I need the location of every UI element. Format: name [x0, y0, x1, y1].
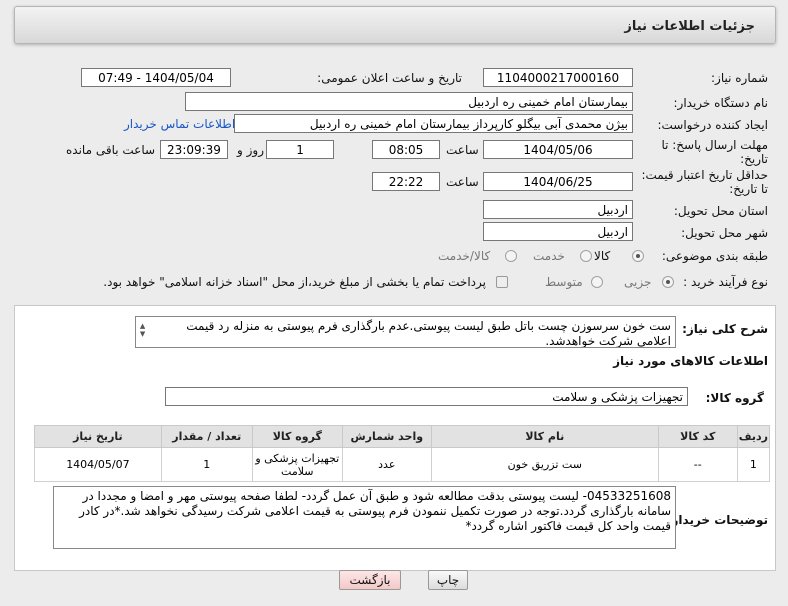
- category-radio-service[interactable]: [580, 250, 592, 262]
- buyer-org-label: نام دستگاه خریدار:: [673, 96, 769, 110]
- print-button[interactable]: چاپ: [428, 570, 468, 590]
- goods-table: ردیف کد کالا نام کالا واحد شمارش گروه کا…: [34, 425, 771, 482]
- goods-section-title: اطلاعات کالاهای مورد نیاز: [613, 354, 768, 368]
- category-option-goods-service: کالا/خدمت: [438, 249, 491, 263]
- reply-time-field: 08:05: [372, 140, 440, 159]
- buyer-notes-text: 04533251608- لیست پیوستی بدقت مطالعه شود…: [79, 489, 671, 533]
- days-remaining-field: 1: [266, 140, 334, 159]
- category-option-service: خدمت: [533, 249, 565, 263]
- category-option-goods: کالا: [594, 249, 611, 263]
- need-number-label: شماره نیاز:: [711, 71, 768, 85]
- requester-field: بیژن محمدی آبی بیگلو کارپرداز بیمارستان …: [234, 114, 633, 133]
- price-date-field: 1404/06/25: [483, 172, 633, 191]
- buyer-notes-textarea[interactable]: 04533251608- لیست پیوستی بدقت مطالعه شود…: [53, 486, 676, 549]
- buyer-org-field: بیمارستان امام خمینی ره اردبیل: [185, 92, 633, 111]
- back-button[interactable]: بازگشت: [339, 570, 401, 590]
- col-row: ردیف: [736, 425, 771, 448]
- cell-name: ست تزریق خون: [430, 447, 659, 482]
- remaining-time-field: 23:09:39: [160, 140, 228, 159]
- treasury-payment-checkbox[interactable]: [496, 276, 508, 288]
- category-radio-goods[interactable]: [632, 250, 644, 262]
- buyer-notes-label: توضیحات خریدار:: [666, 513, 768, 527]
- price-deadline-label-2: تا تاریخ:: [729, 182, 768, 196]
- description-textarea[interactable]: ست خون سرسوزن چست باتل طبق لیست پیوستی.ع…: [135, 316, 676, 348]
- reply-time-label: ساعت: [446, 143, 479, 157]
- col-name: نام کالا: [430, 425, 659, 448]
- process-label: نوع فرآیند خرید :: [683, 275, 768, 289]
- price-time-label: ساعت: [446, 175, 479, 189]
- process-option-minor: جزیی: [624, 275, 652, 289]
- reply-deadline-label-2: تاریخ:: [740, 152, 768, 166]
- cell-unit: عدد: [341, 447, 432, 482]
- remaining-time-label: ساعت باقی مانده: [66, 143, 156, 157]
- province-label: استان محل تحویل:: [673, 204, 768, 218]
- goods-table-header: ردیف کد کالا نام کالا واحد شمارش گروه کا…: [34, 425, 771, 448]
- goods-group-field: تجهیزات پزشکی و سلامت: [165, 387, 688, 406]
- cell-quantity: 1: [160, 447, 253, 482]
- description-scroll-arrows-icon[interactable]: ▲ ▼: [137, 319, 148, 341]
- announce-date-label: تاریخ و ساعت اعلان عمومی:: [317, 71, 462, 85]
- treasury-payment-note: پرداخت تمام یا بخشی از مبلغ خرید،از محل …: [103, 275, 486, 289]
- city-field: اردبیل: [483, 222, 633, 241]
- col-unit: واحد شمارش: [341, 425, 432, 448]
- cell-group: تجهیزات پزشکی و سلامت: [251, 447, 343, 482]
- need-number-field: 1104000217000160: [483, 68, 633, 87]
- col-quantity: تعداد / مقدار: [160, 425, 253, 448]
- col-need-date: تاریخ نیاز: [34, 425, 162, 448]
- price-deadline-label: حداقل تاریخ اعتبار قیمت:: [641, 168, 768, 182]
- col-code: کد کالا: [657, 425, 738, 448]
- process-radio-medium[interactable]: [591, 276, 603, 288]
- requester-label: ایجاد کننده درخواست:: [657, 118, 768, 132]
- description-text: ست خون سرسوزن چست باتل طبق لیست پیوستی.ع…: [186, 319, 671, 348]
- page-title: جزئیات اطلاعات نیاز: [624, 19, 755, 34]
- reply-deadline-label: مهلت ارسال پاسخ: تا: [661, 138, 768, 152]
- col-group: گروه کالا: [251, 425, 343, 448]
- province-field: اردبیل: [483, 200, 633, 219]
- days-label: روز و: [237, 143, 264, 157]
- category-label: طبقه بندی موضوعی:: [661, 249, 768, 263]
- cell-need-date: 1404/05/07: [34, 447, 162, 482]
- page-header: جزئیات اطلاعات نیاز: [14, 6, 776, 44]
- buyer-contact-link[interactable]: اطلاعات تماس خریدار: [124, 117, 235, 131]
- announce-date-field: 1404/05/04 - 07:49: [81, 68, 231, 87]
- description-label: شرح کلی نیاز:: [682, 322, 768, 336]
- reply-date-field: 1404/05/06: [483, 140, 633, 159]
- cell-row: 1: [736, 447, 771, 482]
- process-radio-minor[interactable]: [662, 276, 674, 288]
- city-label: شهر محل تحویل:: [681, 226, 768, 240]
- category-radio-goods-service[interactable]: [505, 250, 517, 262]
- price-time-field: 22:22: [372, 172, 440, 191]
- table-row: 1 -- ست تزریق خون عدد تجهیزات پزشکی و سل…: [34, 447, 771, 482]
- process-option-medium: متوسط: [545, 275, 583, 289]
- cell-code: --: [657, 447, 738, 482]
- goods-group-label: گروه کالا:: [705, 391, 764, 405]
